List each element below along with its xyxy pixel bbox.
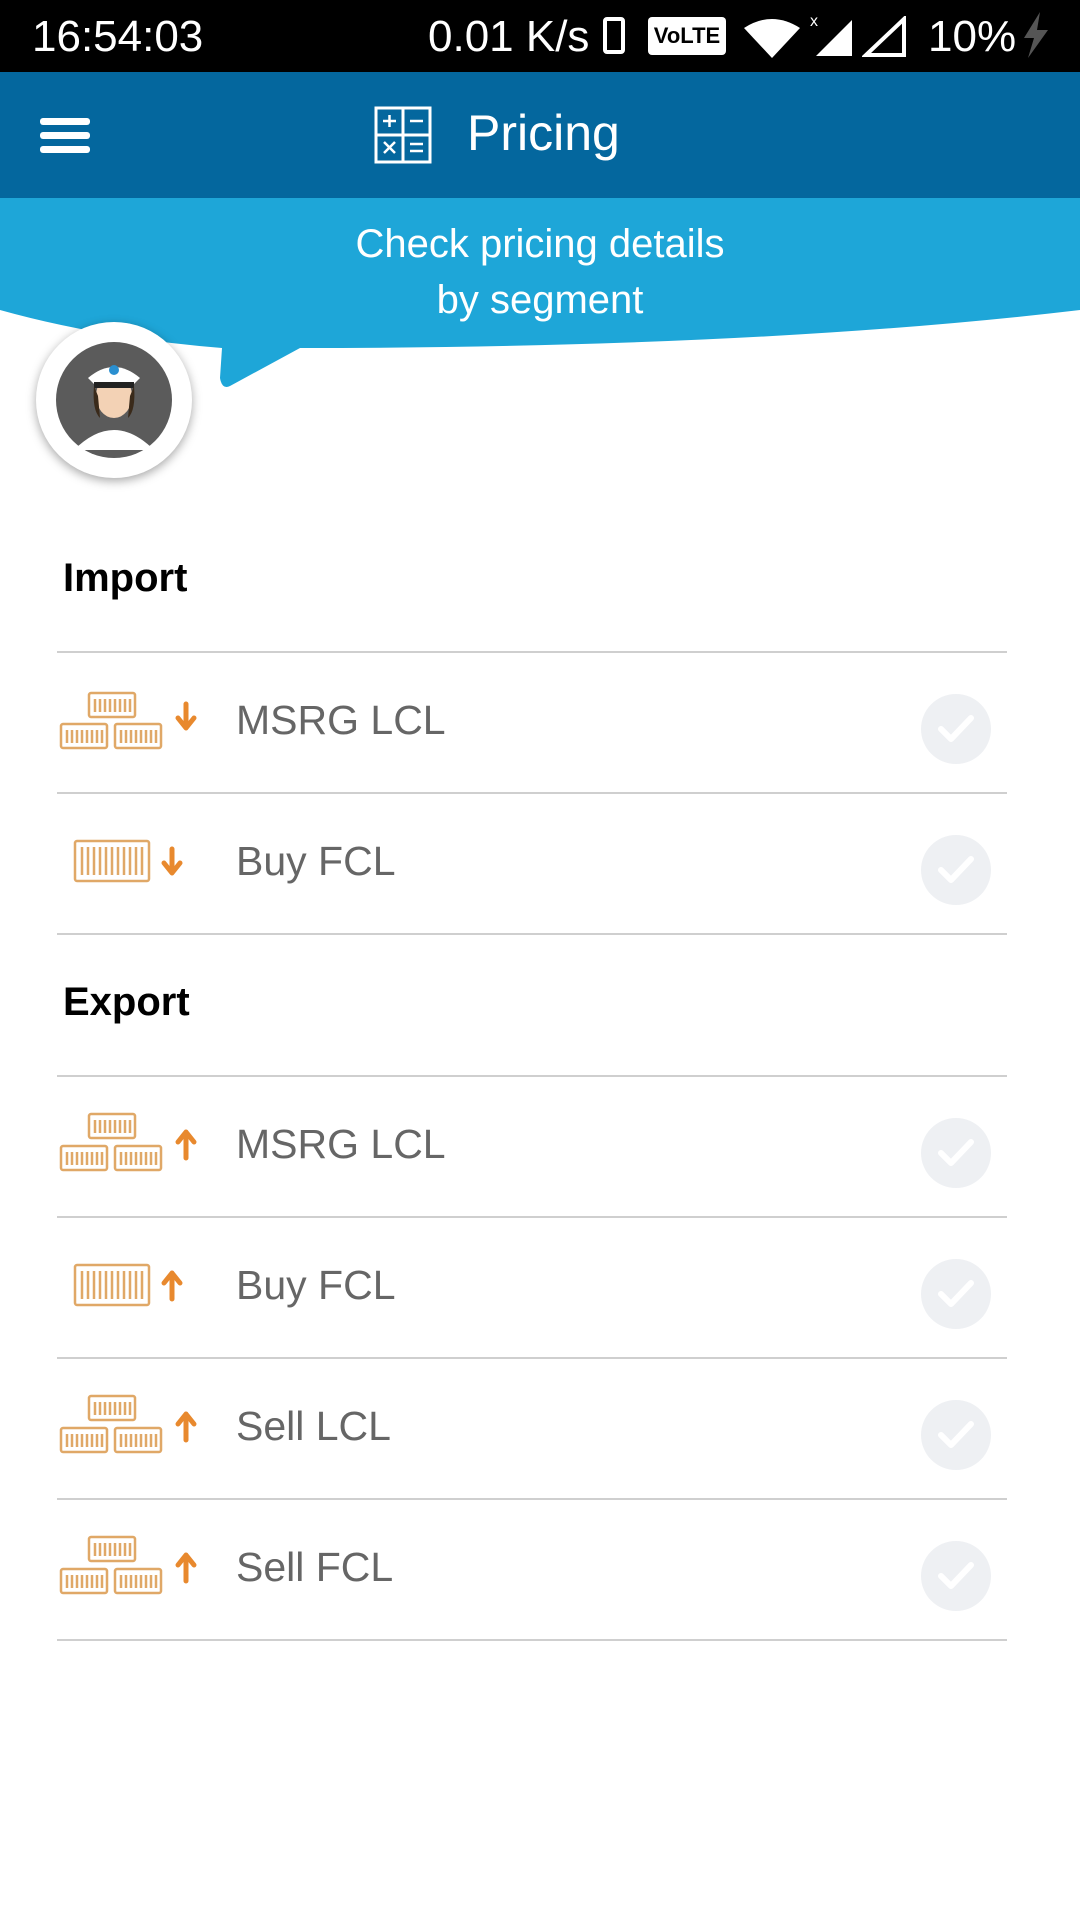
check-icon[interactable] (921, 1541, 991, 1611)
list-item-label: Buy FCL (236, 1262, 396, 1308)
calculator-icon (374, 106, 432, 164)
volte-badge: VoLTE (648, 17, 726, 55)
lcl-export-icon (59, 1394, 197, 1454)
divider (57, 1639, 1007, 1641)
avatar (36, 322, 192, 478)
check-icon[interactable] (921, 694, 991, 764)
list-item-import-msrg-lcl[interactable]: MSRG LCL (57, 652, 1007, 792)
list-item-label: MSRG LCL (236, 1121, 446, 1167)
hamburger-menu-icon[interactable] (40, 118, 90, 154)
list-item-label: MSRG LCL (236, 697, 446, 743)
charging-bolt-icon (1024, 12, 1048, 58)
list-item-label: Sell LCL (236, 1403, 391, 1449)
battery-level: 10% (928, 12, 1017, 61)
divider (57, 933, 1007, 935)
fcl-import-icon (73, 839, 183, 883)
check-icon[interactable] (921, 1259, 991, 1329)
captain-avatar-icon (56, 342, 172, 458)
list-item-export-sell-fcl[interactable]: Sell FCL (57, 1499, 1007, 1639)
check-icon[interactable] (921, 1118, 991, 1188)
lcl-export-icon (59, 1535, 197, 1595)
status-net-speed: 0.01 K/s (428, 12, 590, 61)
fcl-export-icon (73, 1263, 183, 1307)
list-item-export-msrg-lcl[interactable]: MSRG LCL (57, 1076, 1007, 1216)
banner-line-2: by segment (436, 278, 644, 322)
list-item-label: Buy FCL (236, 838, 396, 884)
status-time: 16:54:03 (32, 12, 204, 61)
list-item-import-buy-fcl[interactable]: Buy FCL (57, 793, 1007, 933)
app-bar: Pricing (0, 72, 1080, 198)
banner-text: Check pricing details by segment (0, 216, 1080, 328)
section-heading-import: Import (63, 556, 188, 600)
svg-text:x: x (810, 13, 818, 30)
status-bar: 16:54:03 0.01 K/s VoLTE x 10% (0, 0, 1080, 72)
check-icon[interactable] (921, 1400, 991, 1470)
list-item-export-sell-lcl[interactable]: Sell LCL (57, 1358, 1007, 1498)
check-icon[interactable] (921, 835, 991, 905)
signal-icon: x (810, 13, 852, 56)
page-title: Pricing (467, 105, 620, 161)
signal-outline-icon (862, 16, 906, 57)
lcl-import-icon (59, 691, 197, 750)
section-heading-export: Export (63, 980, 190, 1024)
lcl-export-icon (59, 1112, 197, 1172)
list-item-label: Sell FCL (236, 1544, 394, 1590)
wifi-icon (744, 19, 800, 58)
list-item-export-buy-fcl[interactable]: Buy FCL (57, 1217, 1007, 1357)
banner-line-1: Check pricing details (355, 222, 725, 266)
phone-icon (603, 17, 625, 54)
